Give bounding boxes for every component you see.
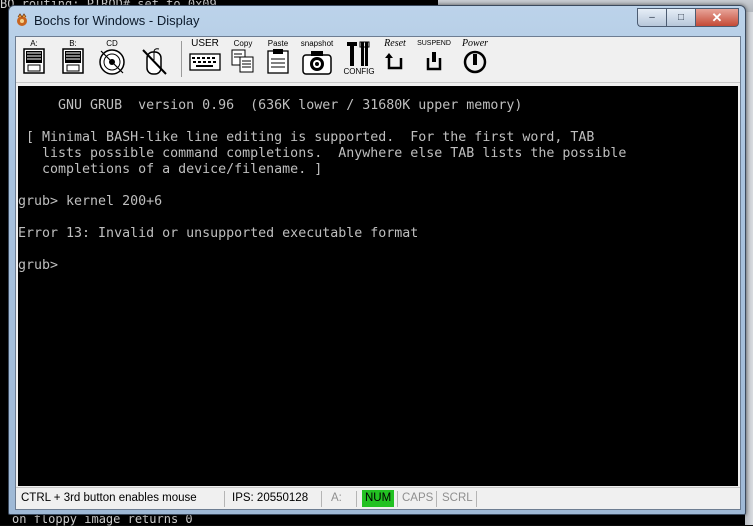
close-icon: ✕ bbox=[711, 9, 723, 25]
close-button[interactable]: ✕ bbox=[695, 8, 739, 27]
scroll-lock-indicator: SCRL bbox=[442, 492, 473, 504]
cdrom-button[interactable]: CD bbox=[96, 39, 128, 79]
copy-icon bbox=[231, 49, 254, 73]
caption-buttons: – □ ✕ bbox=[637, 8, 739, 27]
power-button[interactable]: Power bbox=[457, 39, 493, 79]
background-window-edge bbox=[745, 12, 753, 525]
toolbar-separator bbox=[181, 41, 182, 77]
config-label: CONFIG bbox=[343, 67, 375, 76]
caps-lock-indicator: CAPS bbox=[402, 492, 434, 504]
suspend-icon bbox=[426, 52, 442, 71]
floppy-b-button[interactable]: B: bbox=[60, 39, 86, 79]
terminal-line: grub> kernel 200+6 bbox=[18, 194, 163, 209]
copy-label: Copy bbox=[233, 39, 253, 48]
reset-label: Reset bbox=[384, 38, 406, 49]
reset-icon bbox=[385, 53, 403, 70]
floppy-drive-icon bbox=[23, 48, 45, 74]
terminal-line: lists possible command completions. Anyw… bbox=[18, 146, 627, 161]
status-divider bbox=[224, 491, 225, 507]
status-bar: CTRL + 3rd button enables mouse IPS: 205… bbox=[16, 487, 740, 509]
emulator-display[interactable]: GNU GRUB version 0.96 (636K lower / 3168… bbox=[18, 86, 738, 486]
maximize-icon: □ bbox=[677, 12, 685, 23]
terminal-prompt: grub> bbox=[18, 258, 67, 273]
num-lock-indicator: NUM bbox=[362, 490, 395, 507]
drive-indicator: A: bbox=[331, 492, 342, 504]
reset-button[interactable]: Reset bbox=[378, 39, 412, 79]
power-icon bbox=[463, 50, 487, 74]
camera-icon bbox=[302, 51, 332, 75]
paste-label: Paste bbox=[267, 39, 289, 48]
status-divider bbox=[476, 491, 477, 507]
snapshot-label: snapshot bbox=[300, 39, 334, 48]
mouse-icon bbox=[142, 48, 167, 75]
tools-icon bbox=[347, 41, 370, 66]
floppy-drive-icon bbox=[62, 48, 84, 74]
minimize-button[interactable]: – bbox=[637, 8, 666, 27]
minimize-icon: – bbox=[649, 12, 655, 23]
floppy-b-label: B: bbox=[69, 39, 77, 48]
user-button[interactable]: USER bbox=[188, 39, 222, 79]
mouse-hint-text: CTRL + 3rd button enables mouse bbox=[21, 492, 197, 504]
bochs-app-icon bbox=[17, 13, 27, 26]
terminal-line: [ Minimal BASH-like line editing is supp… bbox=[18, 130, 595, 145]
keyboard-icon bbox=[189, 53, 221, 71]
cdrom-icon bbox=[99, 49, 125, 75]
window-title: Bochs for Windows - Display bbox=[34, 13, 200, 28]
ips-readout: IPS: 20550128 bbox=[232, 492, 309, 504]
config-button[interactable]: CONFIG bbox=[342, 39, 376, 79]
terminal-line: completions of a device/filename. ] bbox=[18, 162, 323, 177]
toolbar: A: B: CD USER Copy Paste snapshot CONFIG… bbox=[16, 37, 740, 83]
snapshot-button[interactable]: snapshot bbox=[299, 39, 335, 79]
user-label: USER bbox=[191, 38, 219, 49]
status-divider bbox=[397, 491, 398, 507]
floppy-a-label: A: bbox=[30, 39, 38, 48]
power-label: Power bbox=[461, 38, 489, 49]
title-bar[interactable]: Bochs for Windows - Display – □ ✕ bbox=[9, 6, 745, 34]
window-client-area: A: B: CD USER Copy Paste snapshot CONFIG… bbox=[15, 36, 741, 510]
suspend-label: SUSPEND bbox=[417, 40, 451, 47]
mouse-toggle-button[interactable] bbox=[138, 39, 170, 79]
suspend-button[interactable]: SUSPEND bbox=[416, 39, 452, 79]
terminal-line: GNU GRUB version 0.96 (636K lower / 3168… bbox=[18, 98, 523, 113]
copy-button[interactable]: Copy bbox=[228, 39, 258, 79]
bochs-display-window: Bochs for Windows - Display – □ ✕ A: B: … bbox=[8, 5, 746, 515]
cdrom-label: CD bbox=[106, 39, 118, 48]
terminal-line: Error 13: Invalid or unsupported executa… bbox=[18, 226, 419, 241]
maximize-button[interactable]: □ bbox=[666, 8, 695, 27]
terminal-output: GNU GRUB version 0.96 (636K lower / 3168… bbox=[18, 86, 626, 273]
floppy-a-button[interactable]: A: bbox=[21, 39, 47, 79]
paste-button[interactable]: Paste bbox=[263, 39, 293, 79]
paste-icon bbox=[267, 49, 289, 74]
status-divider bbox=[436, 491, 437, 507]
status-divider bbox=[356, 491, 357, 507]
status-divider bbox=[321, 491, 322, 507]
